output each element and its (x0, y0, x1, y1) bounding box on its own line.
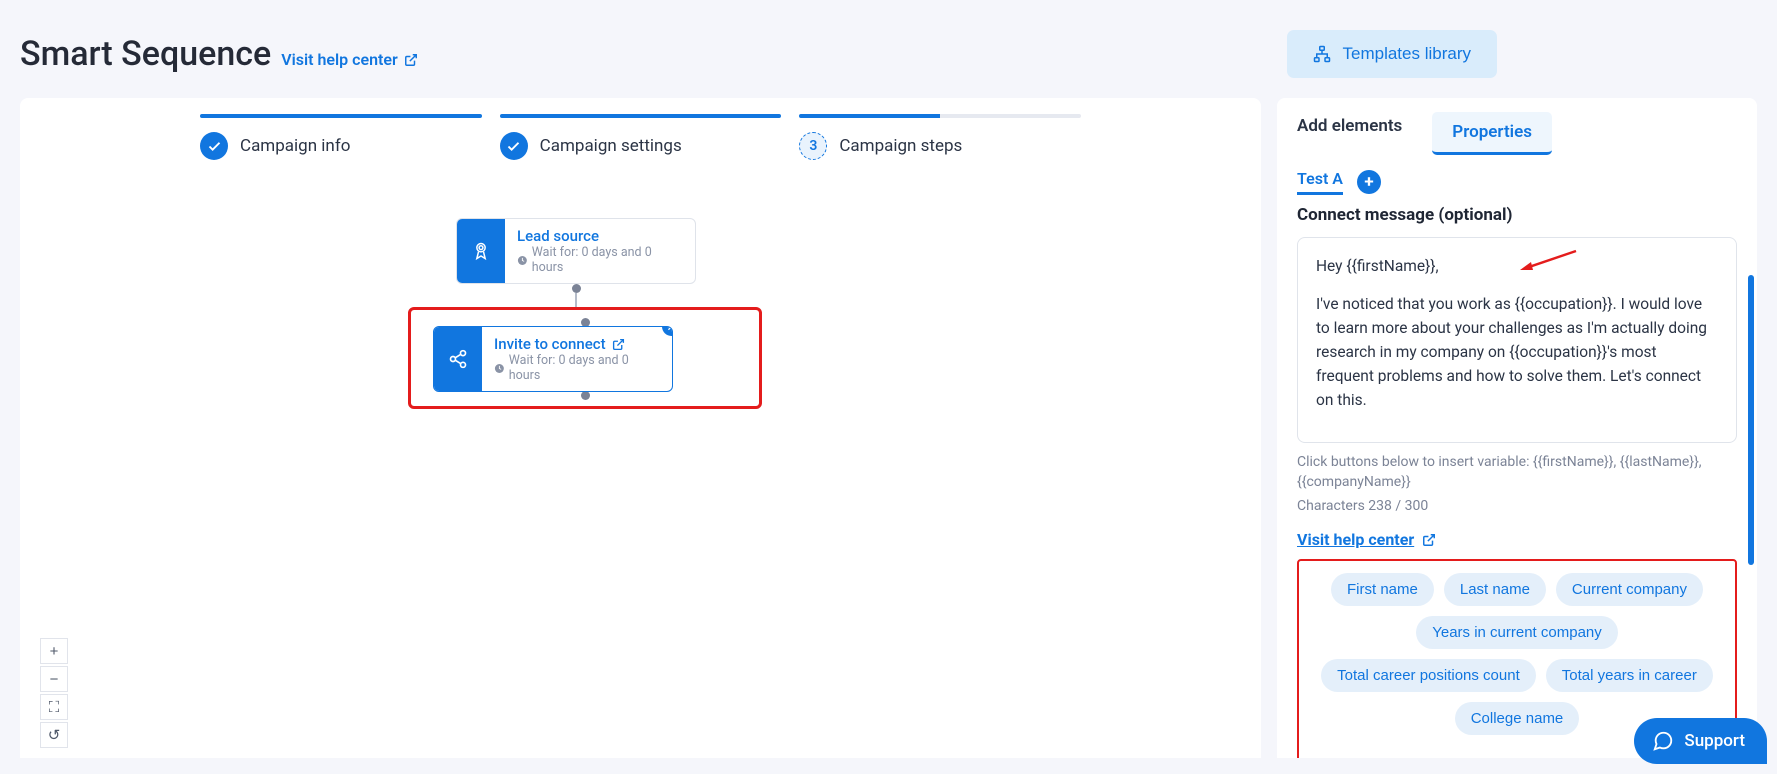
node-title: Invite to connect (494, 335, 660, 353)
node-title-text: Invite to connect (494, 335, 606, 353)
clock-icon (517, 255, 528, 266)
support-label: Support (1684, 731, 1745, 751)
panel-tabs: Add elements Properties (1277, 98, 1757, 155)
checkmark-icon (500, 132, 528, 160)
step-label: Campaign steps (839, 136, 962, 156)
add-test-variant-button[interactable]: + (1357, 170, 1381, 194)
step-number-badge: 3 (799, 132, 827, 160)
external-link-icon (404, 53, 418, 67)
zoom-fit-button[interactable]: ⛶ (40, 694, 68, 720)
connect-message-input[interactable]: Hey {{firstName}}, I've noticed that you… (1297, 237, 1737, 443)
step-label: Campaign info (240, 136, 350, 156)
variable-chip-college-name[interactable]: College name (1455, 702, 1580, 735)
step-label: Campaign settings (540, 136, 682, 156)
zoom-reset-button[interactable]: ↺ (40, 722, 68, 748)
message-body: I've noticed that you work as {{occupati… (1316, 292, 1718, 412)
badge-icon (457, 219, 505, 283)
node-wait-text: Wait for: 0 days and 0 hours (532, 245, 683, 275)
variable-chip-career-positions[interactable]: Total career positions count (1321, 659, 1536, 692)
node-lead-source[interactable]: Lead source Wait for: 0 days and 0 hours (456, 218, 696, 284)
node-title: Lead source (517, 227, 683, 245)
share-icon (434, 327, 482, 391)
page-title: Smart Sequence (20, 34, 271, 74)
message-greeting: Hey {{firstName}}, (1316, 254, 1718, 278)
node-subtitle: Wait for: 0 days and 0 hours (517, 245, 683, 275)
templates-library-button[interactable]: Templates library (1287, 30, 1498, 78)
templates-library-label: Templates library (1343, 44, 1472, 64)
character-counter: Characters 238 / 300 (1297, 498, 1737, 514)
help-center-link[interactable]: Visit help center (281, 50, 418, 69)
node-subtitle: Wait for: 0 days and 0 hours (494, 353, 660, 383)
step-progress-bar (200, 114, 482, 118)
variable-chip-years-company[interactable]: Years in current company (1416, 616, 1618, 649)
variable-chip-current-company[interactable]: Current company (1556, 573, 1703, 606)
step-campaign-settings[interactable]: Campaign settings (500, 114, 782, 160)
flow-canvas-content: Lead source Wait for: 0 days and 0 hours (456, 218, 736, 405)
clock-icon (494, 363, 505, 374)
page-header: Smart Sequence Visit help center Templat… (0, 0, 1777, 98)
tab-add-elements[interactable]: Add elements (1297, 116, 1402, 155)
help-center-link-label: Visit help center (281, 50, 398, 69)
annotation-highlight: ✕ Invite to connect Wait for: 0 days and… (408, 307, 762, 409)
annotation-arrow-icon (1518, 248, 1578, 272)
flow-connector (508, 284, 644, 307)
tab-properties[interactable]: Properties (1432, 112, 1552, 155)
panel-help-link-label: Visit help center (1297, 530, 1414, 549)
node-wait-text: Wait for: 0 days and 0 hours (509, 353, 660, 383)
sitemap-icon (1313, 45, 1331, 63)
checkmark-icon (200, 132, 228, 160)
variable-chip-total-years[interactable]: Total years in career (1546, 659, 1713, 692)
node-invite-to-connect[interactable]: ✕ Invite to connect Wait for: 0 days and… (433, 326, 673, 392)
zoom-controls: + − ⛶ ↺ (40, 638, 68, 748)
step-progress-bar (799, 114, 1081, 118)
external-link-icon (612, 338, 625, 351)
sequence-canvas[interactable]: Campaign info Campaign settings 3 Campai… (20, 98, 1261, 758)
wizard-steps: Campaign info Campaign settings 3 Campai… (20, 98, 1261, 160)
step-campaign-steps[interactable]: 3 Campaign steps (799, 114, 1081, 160)
step-progress-bar (500, 114, 782, 118)
chat-icon (1652, 730, 1674, 752)
zoom-out-button[interactable]: − (40, 666, 68, 692)
connector-dot (581, 391, 590, 400)
step-campaign-info[interactable]: Campaign info (200, 114, 482, 160)
external-link-icon (1422, 533, 1436, 547)
panel-help-link[interactable]: Visit help center (1297, 530, 1737, 549)
support-button[interactable]: Support (1634, 718, 1767, 764)
scrollbar[interactable] (1748, 275, 1754, 565)
variable-chip-first-name[interactable]: First name (1331, 573, 1434, 606)
variable-chip-last-name[interactable]: Last name (1444, 573, 1546, 606)
properties-panel: Add elements Properties Test A + Connect… (1277, 98, 1757, 758)
ab-test-tab[interactable]: Test A (1297, 169, 1343, 195)
zoom-in-button[interactable]: + (40, 638, 68, 664)
variable-hint: Click buttons below to insert variable: … (1297, 453, 1737, 492)
section-title: Connect message (optional) (1297, 205, 1737, 225)
